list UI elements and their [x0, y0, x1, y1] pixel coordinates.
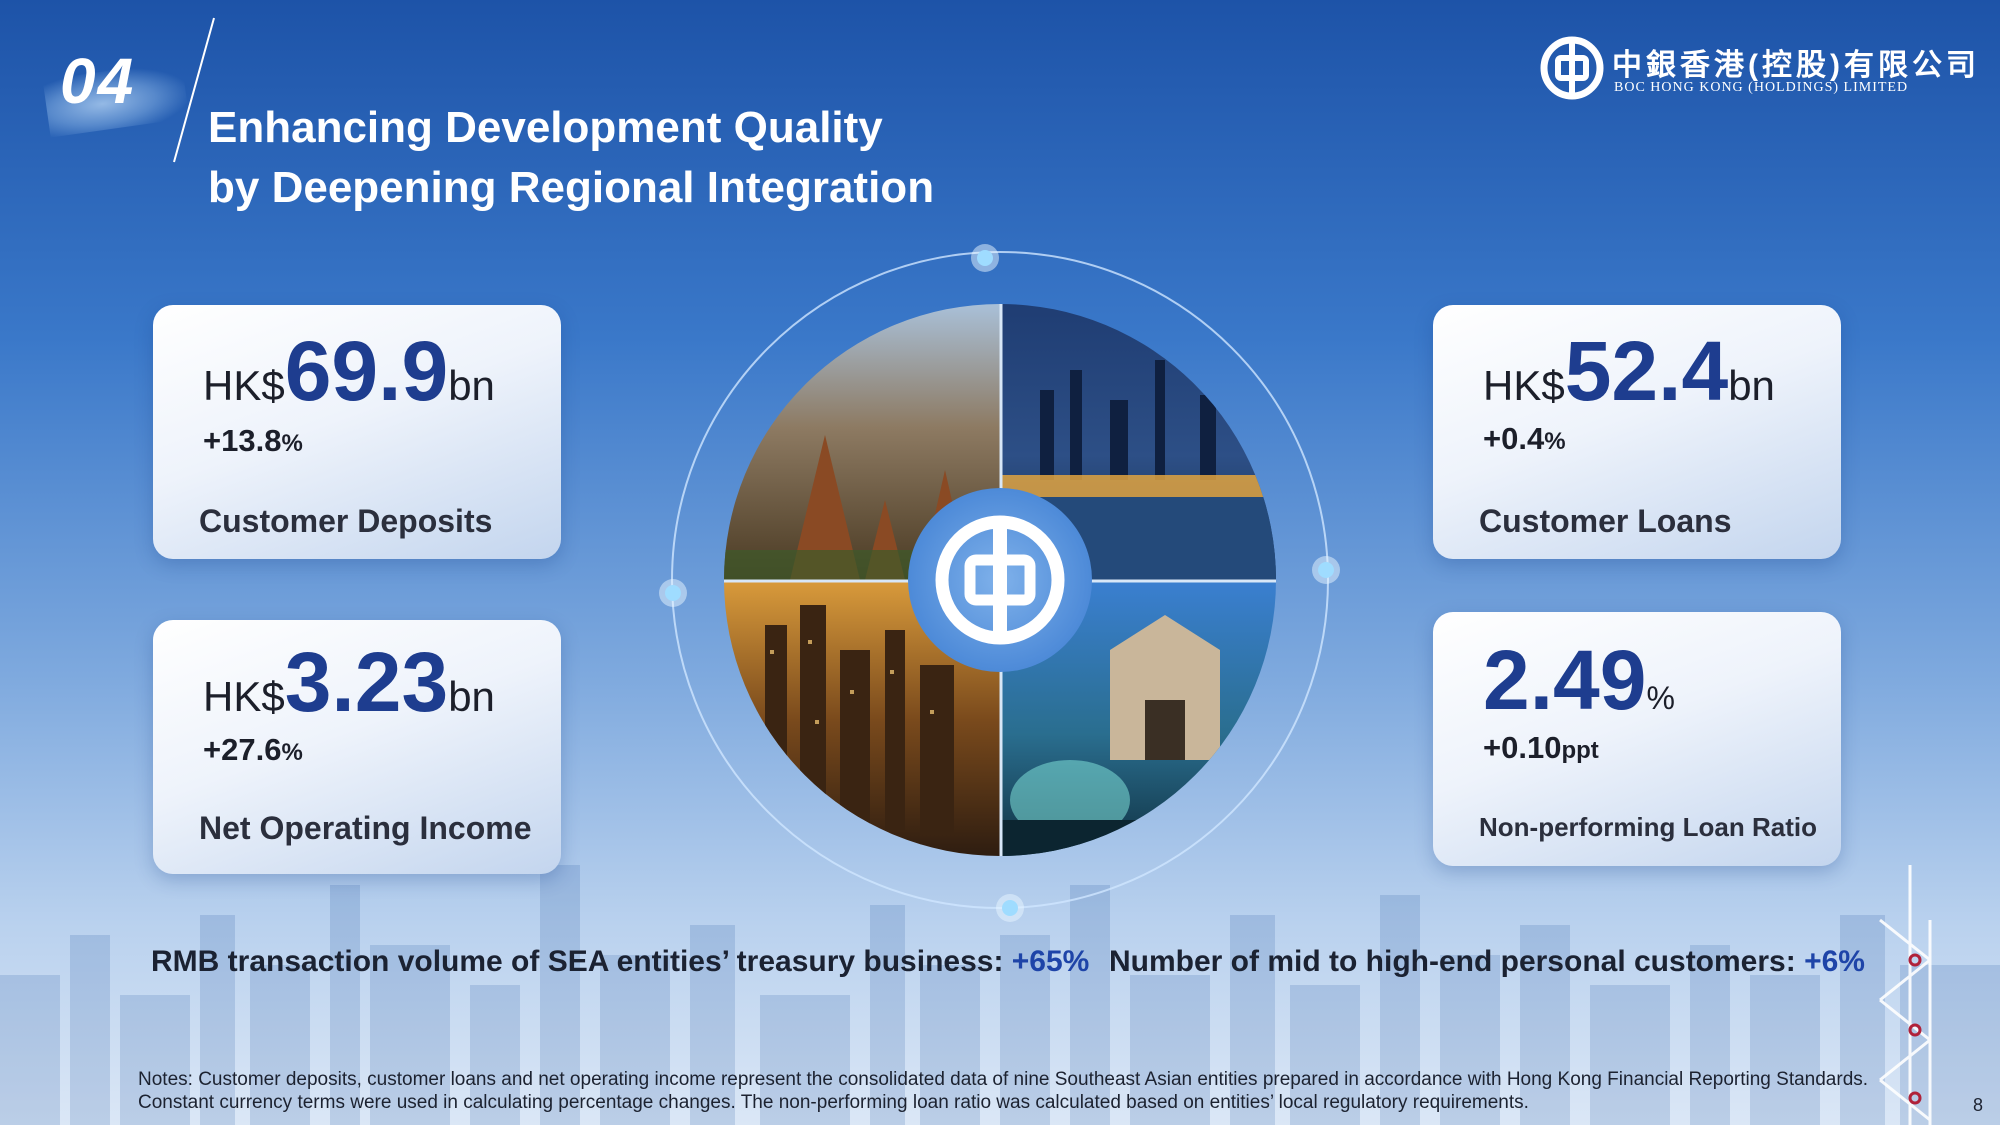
kpi-number: 52.4 [1564, 324, 1729, 418]
kpi-value: HK$3.23bn [203, 634, 495, 731]
kpi-change-unit: % [281, 739, 303, 766]
kpi-label: Net Operating Income [199, 810, 532, 846]
kpi-value: 2.49% [1483, 632, 1675, 729]
kpi-prefix: HK$ [203, 673, 285, 720]
sea-photo-collage [659, 244, 1340, 922]
page-number: 8 [1973, 1095, 1984, 1115]
stat-rmb-transaction: RMB transaction volume of SEA entities’ … [151, 945, 1089, 979]
kpi-change: +13.8% [203, 423, 303, 459]
title-line-1: Enhancing Development Quality [208, 103, 883, 152]
logo-english-name: BOC HONG KONG (HOLDINGS) LIMITED [1614, 80, 1909, 95]
kpi-change-unit: % [281, 430, 303, 457]
kpi-number: 2.49 [1483, 633, 1647, 727]
kpi-number: 3.23 [284, 635, 449, 729]
title-slash-divider [173, 17, 215, 163]
kpi-prefix: HK$ [1483, 362, 1565, 409]
kpi-change-value: +0.10 [1483, 730, 1562, 765]
stat-value: +65% [1011, 945, 1090, 978]
kpi-label: Customer Loans [1479, 503, 1732, 539]
kpi-suffix: bn [1728, 362, 1775, 409]
kpi-suffix: bn [448, 362, 495, 409]
kpi-value: HK$69.9bn [203, 323, 495, 420]
boc-logo-icon [1540, 36, 1604, 100]
slide: 04 Enhancing Development Quality by Deep… [0, 0, 2000, 1125]
stat-mid-high-customers: Number of mid to high-end personal custo… [1109, 945, 1865, 979]
logo-chinese-name: 中銀香港(控股)有限公司 [1612, 49, 1980, 82]
title-line-2: by Deepening Regional Integration [208, 163, 935, 212]
kpi-change-value: +27.6 [203, 732, 282, 767]
company-logo: 中銀香港(控股)有限公司 BOC HONG KONG (HOLDINGS) LI… [1540, 36, 1976, 106]
kpi-suffix: % [1646, 680, 1675, 716]
kpi-change: +27.6% [203, 732, 303, 768]
stat-text: RMB transaction volume of SEA entities’ … [151, 945, 1012, 978]
kpi-change-unit: % [1544, 428, 1566, 455]
stat-value: +6% [1804, 945, 1865, 978]
kpi-label: Customer Deposits [199, 503, 493, 539]
stat-text: Number of mid to high-end personal custo… [1109, 945, 1805, 978]
kpi-card-customer-deposits: HK$69.9bn +13.8% Customer Deposits [153, 305, 561, 559]
kpi-card-customer-loans: HK$52.4bn +0.4% Customer Loans [1433, 305, 1841, 559]
kpi-change: +0.10ppt [1483, 730, 1599, 766]
kpi-label: Non-performing Loan Ratio [1479, 812, 1817, 842]
page-title: Enhancing Development Quality by Deepeni… [208, 98, 934, 218]
kpi-number: 69.9 [284, 324, 449, 418]
boc-tower-decoration [1879, 865, 1932, 1125]
kpi-card-net-operating-income: HK$3.23bn +27.6% Net Operating Income [153, 620, 561, 874]
kpi-card-npl-ratio: 2.49% +0.10ppt Non-performing Loan Ratio [1433, 612, 1841, 866]
kpi-change: +0.4% [1483, 421, 1566, 457]
kpi-change-value: +13.8 [203, 423, 282, 458]
kpi-suffix: bn [448, 673, 495, 720]
kpi-prefix: HK$ [203, 362, 285, 409]
footnote: Notes: Customer deposits, customer loans… [138, 1069, 1869, 1113]
kpi-value: HK$52.4bn [1483, 323, 1775, 420]
kpi-change-value: +0.4 [1483, 421, 1545, 456]
kpi-change-unit: ppt [1561, 737, 1599, 764]
